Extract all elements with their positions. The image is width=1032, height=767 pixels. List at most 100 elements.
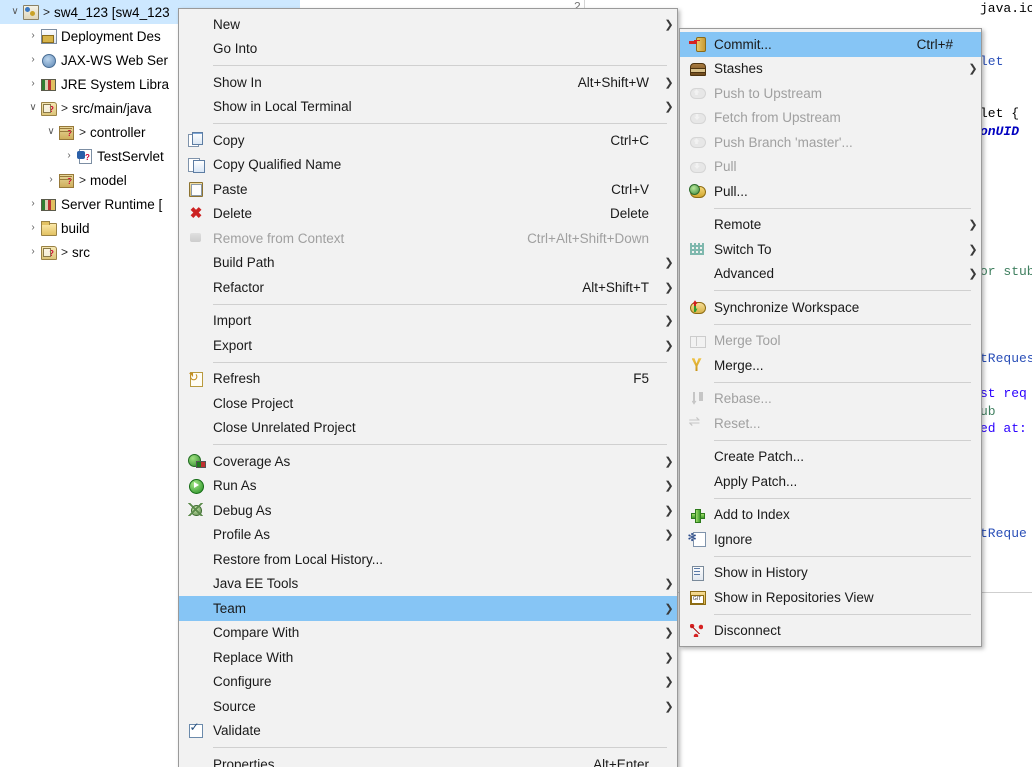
twisty-expanded-icon[interactable]: ∨ <box>44 127 58 137</box>
submenu-arrow-icon: ❯ <box>664 504 674 517</box>
menu-item-properties[interactable]: Properties Alt+Enter <box>179 752 677 767</box>
twisty-collapsed-icon[interactable]: › <box>26 199 40 209</box>
menu-item-label: Add to Index <box>714 507 790 523</box>
menu-separator <box>213 361 667 363</box>
menu-item-accelerator: Alt+Shift+W <box>577 74 649 90</box>
menu-item-icon-slot <box>680 333 714 349</box>
submenu-arrow-icon: ❯ <box>664 676 674 689</box>
menu-item-commit[interactable]: Commit... Ctrl+# <box>680 32 981 57</box>
menu-item-show-in[interactable]: Show In Alt+Shift+W ❯ <box>179 70 677 95</box>
menu-item-label: Compare With <box>213 625 300 641</box>
tree-item-label: JRE System Libra <box>61 76 170 92</box>
code-line-row <box>980 210 1032 228</box>
menu-item-export[interactable]: Export ❯ <box>179 333 677 358</box>
menu-item-refresh[interactable]: Refresh F5 <box>179 367 677 392</box>
menu-item-label: Show in Repositories View <box>714 589 874 605</box>
menu-item-configure[interactable]: Configure ❯ <box>179 670 677 695</box>
menu-item-copy-qualified-name[interactable]: Copy Qualified Name <box>179 153 677 178</box>
menu-item-accelerator: Ctrl+Alt+Shift+Down <box>527 230 649 246</box>
cloud-down-icon <box>689 110 706 126</box>
menu-item-show-in-repositories-view[interactable]: Show in Repositories View <box>680 585 981 610</box>
menu-item-close-project[interactable]: Close Project <box>179 391 677 416</box>
menu-item-advanced[interactable]: Advanced ❯ <box>680 262 981 287</box>
menu-item-switch-to[interactable]: Switch To ❯ <box>680 237 981 262</box>
twisty-collapsed-icon[interactable]: › <box>44 175 58 185</box>
merge-icon <box>689 357 706 373</box>
menu-item-label: Stashes <box>714 61 763 77</box>
menu-item-team[interactable]: Team ❯ <box>179 596 677 621</box>
menu-item-build-path[interactable]: Build Path ❯ <box>179 251 677 276</box>
menu-item-ignore[interactable]: Ignore <box>680 527 981 552</box>
editor-code-area[interactable]: java.io.IOException; let let {onUID or stub… <box>980 0 1032 592</box>
menu-item-remote[interactable]: Remote ❯ <box>680 213 981 238</box>
menu-item-stashes[interactable]: Stashes ❯ <box>680 57 981 82</box>
remove-from-context-icon <box>188 230 205 246</box>
menu-separator <box>213 65 667 66</box>
code-line: tReque <box>980 526 1027 541</box>
twisty-collapsed-icon[interactable]: › <box>26 79 40 89</box>
twisty-collapsed-icon[interactable]: › <box>62 151 76 161</box>
menu-item-pull[interactable]: Pull... <box>680 179 981 204</box>
menu-item-close-unrelated-project[interactable]: Close Unrelated Project <box>179 416 677 441</box>
cloud-down-icon <box>689 159 706 175</box>
menu-item-replace-with[interactable]: Replace With ❯ <box>179 645 677 670</box>
menu-item-label: Commit... <box>714 36 772 52</box>
menu-item-label: Remove from Context <box>213 230 345 246</box>
menu-item-show-in-local-terminal[interactable]: Show in Local Terminal ❯ <box>179 95 677 120</box>
menu-item-import[interactable]: Import ❯ <box>179 309 677 334</box>
menu-item-apply-patch[interactable]: Apply Patch... <box>680 469 981 494</box>
menu-item-paste[interactable]: Paste Ctrl+V <box>179 177 677 202</box>
menu-item-source[interactable]: Source ❯ <box>179 694 677 719</box>
submenu-arrow-icon: ❯ <box>664 281 674 294</box>
menu-item-go-into[interactable]: Go Into <box>179 37 677 62</box>
menu-item-new[interactable]: New ❯ <box>179 12 677 37</box>
code-line-row <box>980 508 1032 526</box>
project-context-menu[interactable]: New ❯ Go Into Show In Alt+Shift+W ❯ Show in Lo… <box>178 8 678 767</box>
menu-item-copy[interactable]: Copy Ctrl+C <box>179 128 677 153</box>
menu-item-add-to-index[interactable]: Add to Index <box>680 503 981 528</box>
menu-separator <box>714 323 971 325</box>
menu-item-validate[interactable]: Validate <box>179 719 677 744</box>
team-submenu[interactable]: Commit... Ctrl+# Stashes ❯ Push to Upstream F… <box>679 28 982 647</box>
twisty-collapsed-icon[interactable]: › <box>26 247 40 257</box>
twisty-collapsed-icon[interactable]: › <box>26 31 40 41</box>
menu-item-merge[interactable]: Merge... <box>680 353 981 378</box>
menu-item-icon-slot <box>680 391 714 407</box>
menu-item-delete[interactable]: ✖ Delete Delete <box>179 202 677 227</box>
twisty-collapsed-icon[interactable]: › <box>26 55 40 65</box>
twisty-expanded-icon[interactable]: ∨ <box>26 103 40 113</box>
menu-item-label: New <box>213 16 241 32</box>
decorator-question-icon: ? <box>49 105 54 114</box>
menu-item-icon-slot <box>680 134 714 150</box>
menu-item-label: Show in History <box>714 565 808 581</box>
menu-item-label: Debug As <box>213 502 272 518</box>
menu-item-profile-as[interactable]: Profile As ❯ <box>179 523 677 548</box>
menu-item-synchronize-workspace[interactable]: Synchronize Workspace <box>680 295 981 320</box>
folder-icon <box>40 220 58 236</box>
menu-item-compare-with[interactable]: Compare With ❯ <box>179 621 677 646</box>
twisty-expanded-icon[interactable]: ∨ <box>8 7 22 17</box>
menu-item-restore-from-local-history[interactable]: Restore from Local History... <box>179 547 677 572</box>
menu-item-label: Refresh <box>213 371 261 387</box>
menu-item-show-in-history[interactable]: Show in History <box>680 561 981 586</box>
menu-item-icon-slot <box>680 159 714 175</box>
library-icon <box>40 76 58 92</box>
submenu-arrow-icon: ❯ <box>664 700 674 713</box>
java-file-icon: ? <box>76 148 94 164</box>
menu-item-run-as[interactable]: Run As ❯ <box>179 474 677 499</box>
menu-item-debug-as[interactable]: Debug As ❯ <box>179 498 677 523</box>
delete-icon: ✖ <box>189 204 203 222</box>
menu-item-icon-slot <box>680 61 714 77</box>
menu-item-disconnect[interactable]: Disconnect <box>680 619 981 644</box>
package-icon: ? <box>58 124 76 140</box>
menu-item-label: Team <box>213 600 247 616</box>
menu-item-coverage-as[interactable]: Coverage As ❯ <box>179 449 677 474</box>
menu-item-create-patch[interactable]: Create Patch... <box>680 445 981 470</box>
menu-item-label: Pull <box>714 159 737 175</box>
menu-item-label: Copy Qualified Name <box>213 157 342 173</box>
menu-item-refactor[interactable]: Refactor Alt+Shift+T ❯ <box>179 275 677 300</box>
menu-item-java-ee-tools[interactable]: Java EE Tools ❯ <box>179 572 677 597</box>
code-line-row: let { <box>980 105 1032 123</box>
code-line: java.io.IOException; <box>980 1 1032 16</box>
twisty-collapsed-icon[interactable]: › <box>26 223 40 233</box>
